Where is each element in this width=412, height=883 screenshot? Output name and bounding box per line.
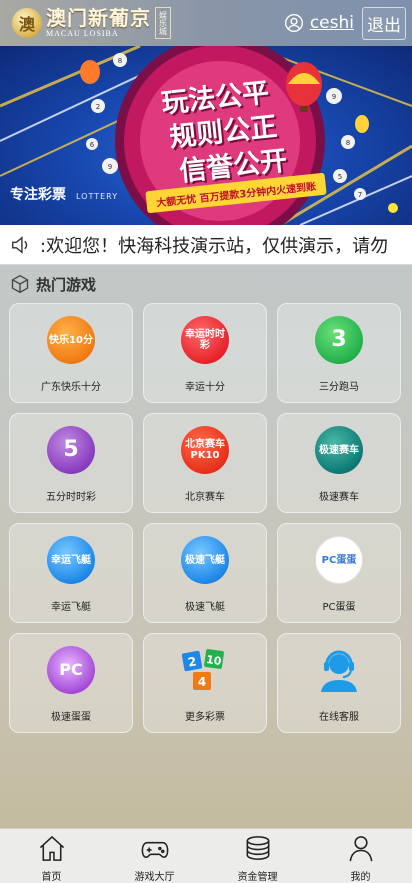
logo-text: 澳门新葡京 MACAU LOSIBA: [46, 8, 151, 38]
number-tiles-icon: 2 10 4: [181, 649, 224, 690]
banner-tagline: 专注彩票 LOTTERY: [10, 184, 118, 204]
svg-text:6: 6: [90, 141, 95, 149]
logo-badge: 娱乐城: [155, 7, 171, 39]
game-card-lucky-airship[interactable]: 幸运飞艇 幸运飞艇: [9, 523, 133, 623]
nav-item-game-hall[interactable]: 游戏大厅: [103, 829, 206, 883]
game-label: 广东快乐十分: [41, 382, 101, 393]
nav-item-mine[interactable]: 我的: [309, 829, 412, 883]
header-user-area: ceshi 退出: [284, 6, 406, 40]
svg-text:8: 8: [118, 57, 122, 65]
game-label: 北京赛车: [185, 492, 225, 503]
home-icon: [39, 835, 64, 861]
game-label: 五分时时彩: [46, 492, 96, 503]
svg-text:10: 10: [205, 653, 222, 668]
cube-icon: [11, 274, 29, 294]
game-card-three-min-horse[interactable]: 3 三分跑马: [277, 303, 401, 403]
game-label: 极速飞艇: [185, 602, 225, 613]
game-card-gd-happy-ten[interactable]: 快乐10分 广东快乐十分: [9, 303, 133, 403]
race-car-icon: 极速赛车: [315, 426, 363, 474]
headset-support-icon: [321, 650, 357, 692]
beijing-racing-icon: 北京赛车 PK10: [181, 426, 229, 474]
logo-emblem-icon: 澳: [12, 8, 42, 38]
game-card-speed-airship[interactable]: 极速飞艇 极速飞艇: [143, 523, 267, 623]
svg-text:4: 4: [198, 675, 206, 689]
gamepad-icon: [141, 841, 168, 858]
speedboat-icon: 极速飞艇: [181, 536, 229, 584]
three-min-icon: 3: [315, 316, 363, 364]
svg-text:2: 2: [96, 103, 100, 111]
brand-logo[interactable]: 澳 澳门新葡京 MACAU LOSIBA 娱乐城: [12, 3, 171, 43]
svg-text:5: 5: [338, 173, 342, 181]
logout-button[interactable]: 退出: [362, 6, 406, 40]
username-link[interactable]: ceshi: [310, 13, 354, 33]
game-card-lucky-ten[interactable]: 幸运时时彩 幸运十分: [143, 303, 267, 403]
banner-tagline-cn: 专注彩票: [10, 187, 66, 203]
game-card-pc-egg[interactable]: PC蛋蛋 PC蛋蛋: [277, 523, 401, 623]
game-label: 在线客服: [319, 712, 359, 723]
svg-text:9: 9: [108, 163, 112, 171]
carousel-indicator-dot[interactable]: [388, 203, 398, 213]
game-label: 更多彩票: [185, 712, 225, 723]
svg-text:8: 8: [346, 139, 350, 147]
nav-label: 首页: [41, 872, 62, 883]
nav-item-home[interactable]: 首页: [0, 829, 103, 883]
game-label: 极速赛车: [319, 492, 359, 503]
bottom-navigation: 首页 游戏大厅 资金管理 我的: [0, 828, 412, 883]
game-card-five-min-ssc[interactable]: 5 五分时时彩: [9, 413, 133, 513]
game-label: 三分跑马: [319, 382, 359, 393]
section-header-hot-games: 热门游戏: [10, 272, 96, 296]
game-card-beijing-racing[interactable]: 北京赛车 PK10 北京赛车: [143, 413, 267, 513]
svg-text:9: 9: [332, 93, 336, 101]
coins-icon: [246, 836, 269, 860]
nav-label: 资金管理: [237, 872, 278, 883]
logo-sub-text: MACAU LOSIBA: [46, 29, 119, 38]
user-icon: [284, 14, 303, 32]
game-card-speed-egg[interactable]: PC 极速蛋蛋: [9, 633, 133, 733]
happy-ten-icon: 快乐10分: [47, 316, 95, 364]
logo-main-text: 澳门新葡京: [46, 6, 151, 30]
top-header: 澳 澳门新葡京 MACAU LOSIBA 娱乐城 ceshi 退出: [0, 0, 412, 46]
game-card-speed-racing[interactable]: 极速赛车 极速赛车: [277, 413, 401, 513]
game-label: PC蛋蛋: [322, 602, 356, 613]
announcement-marquee[interactable]: :欢迎您！快海科技演示站，仅供演示，请勿: [0, 225, 412, 265]
speed-egg-icon: PC: [47, 646, 95, 694]
speaker-icon: [12, 235, 28, 254]
game-label: 幸运十分: [185, 382, 225, 393]
pc-egg-icon: PC蛋蛋: [315, 536, 363, 584]
banner-tagline-en: LOTTERY: [76, 192, 119, 201]
game-card-customer-service[interactable]: 在线客服: [277, 633, 401, 733]
game-label: 幸运飞艇: [51, 602, 91, 613]
announcement-text: :欢迎您！快海科技演示站，仅供演示，请勿: [40, 235, 389, 257]
five-min-icon: 5: [47, 426, 95, 474]
airship-icon: 幸运飞艇: [47, 536, 95, 584]
game-label: 极速蛋蛋: [51, 712, 91, 723]
nav-item-funds[interactable]: 资金管理: [206, 829, 309, 883]
game-grid: 快乐10分 广东快乐十分 幸运时时彩 幸运十分 3 三分跑马 5 五分时时彩 北…: [9, 303, 405, 733]
section-title: 热门游戏: [36, 275, 97, 294]
nav-label: 我的: [350, 872, 371, 883]
nav-label: 游戏大厅: [134, 872, 175, 883]
person-icon: [349, 836, 372, 862]
lucky-lottery-icon: 幸运时时彩: [181, 316, 229, 364]
svg-text:7: 7: [358, 191, 362, 199]
promo-banner[interactable]: 8 2 9 6 9 8 5 7 玩法公平 规则公正 信誉公开 大额无忧 百万提款…: [0, 46, 412, 225]
game-card-more-lottery[interactable]: 2 10 4 更多彩票: [143, 633, 267, 733]
